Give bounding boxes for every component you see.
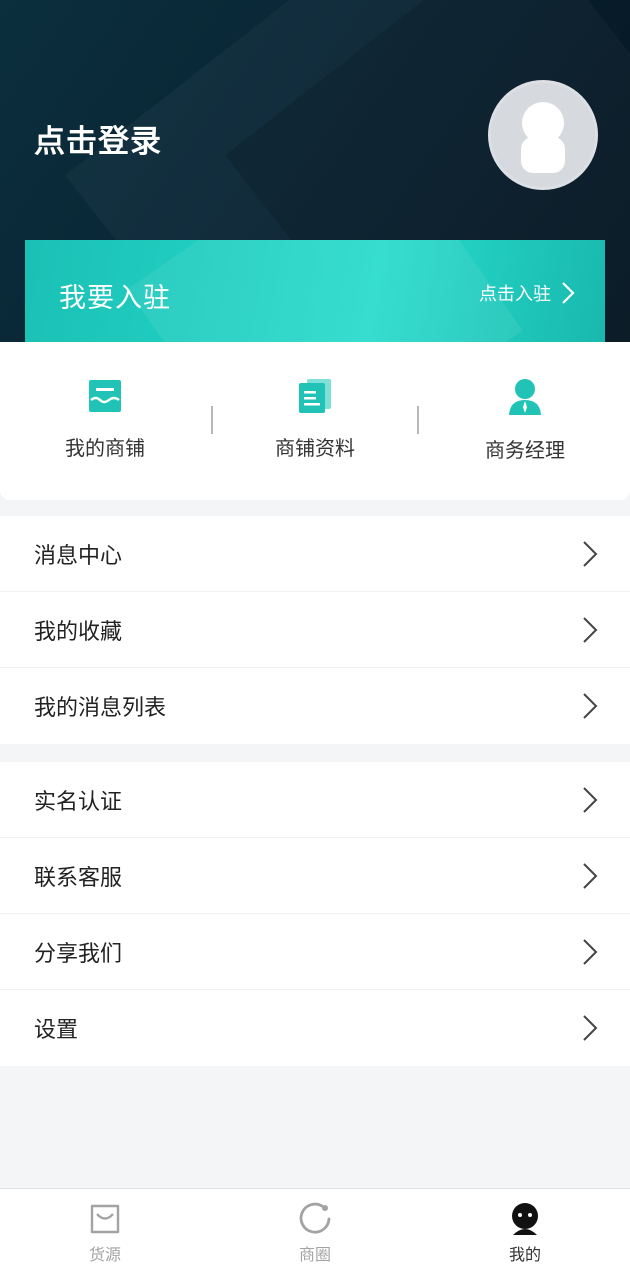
menu-item-label: 联系客服 <box>34 865 123 891</box>
divider <box>417 406 419 434</box>
tab-label: 商圈 <box>298 1245 331 1264</box>
tab-goods-source[interactable]: 货源 <box>0 1189 210 1280</box>
quick-action-business-manager[interactable]: 商务经理 <box>420 342 630 500</box>
menu-item-contact-support[interactable]: 联系客服 <box>0 838 630 914</box>
divider <box>211 406 213 434</box>
quick-action-label: 商铺资料 <box>275 436 355 460</box>
quick-action-label: 商务经理 <box>485 438 565 462</box>
chevron-right-icon <box>583 616 598 643</box>
menu-item-favorites[interactable]: 我的收藏 <box>0 592 630 668</box>
chevron-right-icon <box>583 540 598 567</box>
chevron-right-icon <box>583 862 598 889</box>
quick-actions-panel: 我的商铺 商铺资料 商务经理 <box>0 342 630 500</box>
store-icon <box>89 380 121 412</box>
tab-label: 货源 <box>88 1245 121 1264</box>
menu-item-message-center[interactable]: 消息中心 <box>0 516 630 592</box>
avatar[interactable] <box>488 80 598 190</box>
quick-action-store-info[interactable]: 商铺资料 <box>210 342 420 500</box>
menu-item-label: 我的收藏 <box>34 619 123 645</box>
menu-group-messages: 消息中心 我的收藏 我的消息列表 <box>0 516 630 744</box>
menu-group-account: 实名认证 联系客服 分享我们 设置 <box>0 762 630 1066</box>
tab-label: 我的 <box>508 1245 541 1264</box>
document-icon <box>299 379 331 413</box>
join-title: 我要入驻 <box>59 283 171 314</box>
banner-decoration <box>127 240 523 342</box>
menu-item-share[interactable]: 分享我们 <box>0 914 630 990</box>
bottom-tab-bar: 货源 商圈 我的 <box>0 1188 630 1280</box>
bag-icon <box>90 1204 120 1234</box>
chevron-right-icon <box>583 693 598 719</box>
menu-item-real-name-verification[interactable]: 实名认证 <box>0 762 630 838</box>
default-avatar-icon <box>521 102 565 173</box>
menu-item-label: 设置 <box>34 1018 79 1043</box>
menu-item-label: 消息中心 <box>34 543 123 569</box>
join-banner[interactable]: 我要入驻 点击入驻 <box>25 240 605 342</box>
manager-icon <box>509 379 541 415</box>
quick-action-my-store[interactable]: 我的商铺 <box>0 342 210 500</box>
menu-item-label: 实名认证 <box>34 789 123 815</box>
login-link[interactable]: 点击登录 <box>34 116 162 161</box>
chevron-right-icon <box>583 938 598 965</box>
menu-item-message-list[interactable]: 我的消息列表 <box>0 668 630 744</box>
tab-business-circle[interactable]: 商圈 <box>210 1189 420 1280</box>
menu-item-settings[interactable]: 设置 <box>0 990 630 1066</box>
profile-icon <box>512 1203 538 1235</box>
circle-icon <box>299 1202 331 1234</box>
join-link-label: 点击入驻 <box>479 284 551 305</box>
quick-action-label: 我的商铺 <box>65 436 145 460</box>
menu-item-label: 分享我们 <box>34 941 123 967</box>
chevron-right-icon <box>562 282 575 304</box>
join-link[interactable]: 点击入驻 <box>479 278 575 308</box>
chevron-right-icon <box>583 786 598 813</box>
tab-mine[interactable]: 我的 <box>420 1189 630 1280</box>
menu-item-label: 我的消息列表 <box>34 696 167 721</box>
chevron-right-icon <box>583 1015 598 1041</box>
